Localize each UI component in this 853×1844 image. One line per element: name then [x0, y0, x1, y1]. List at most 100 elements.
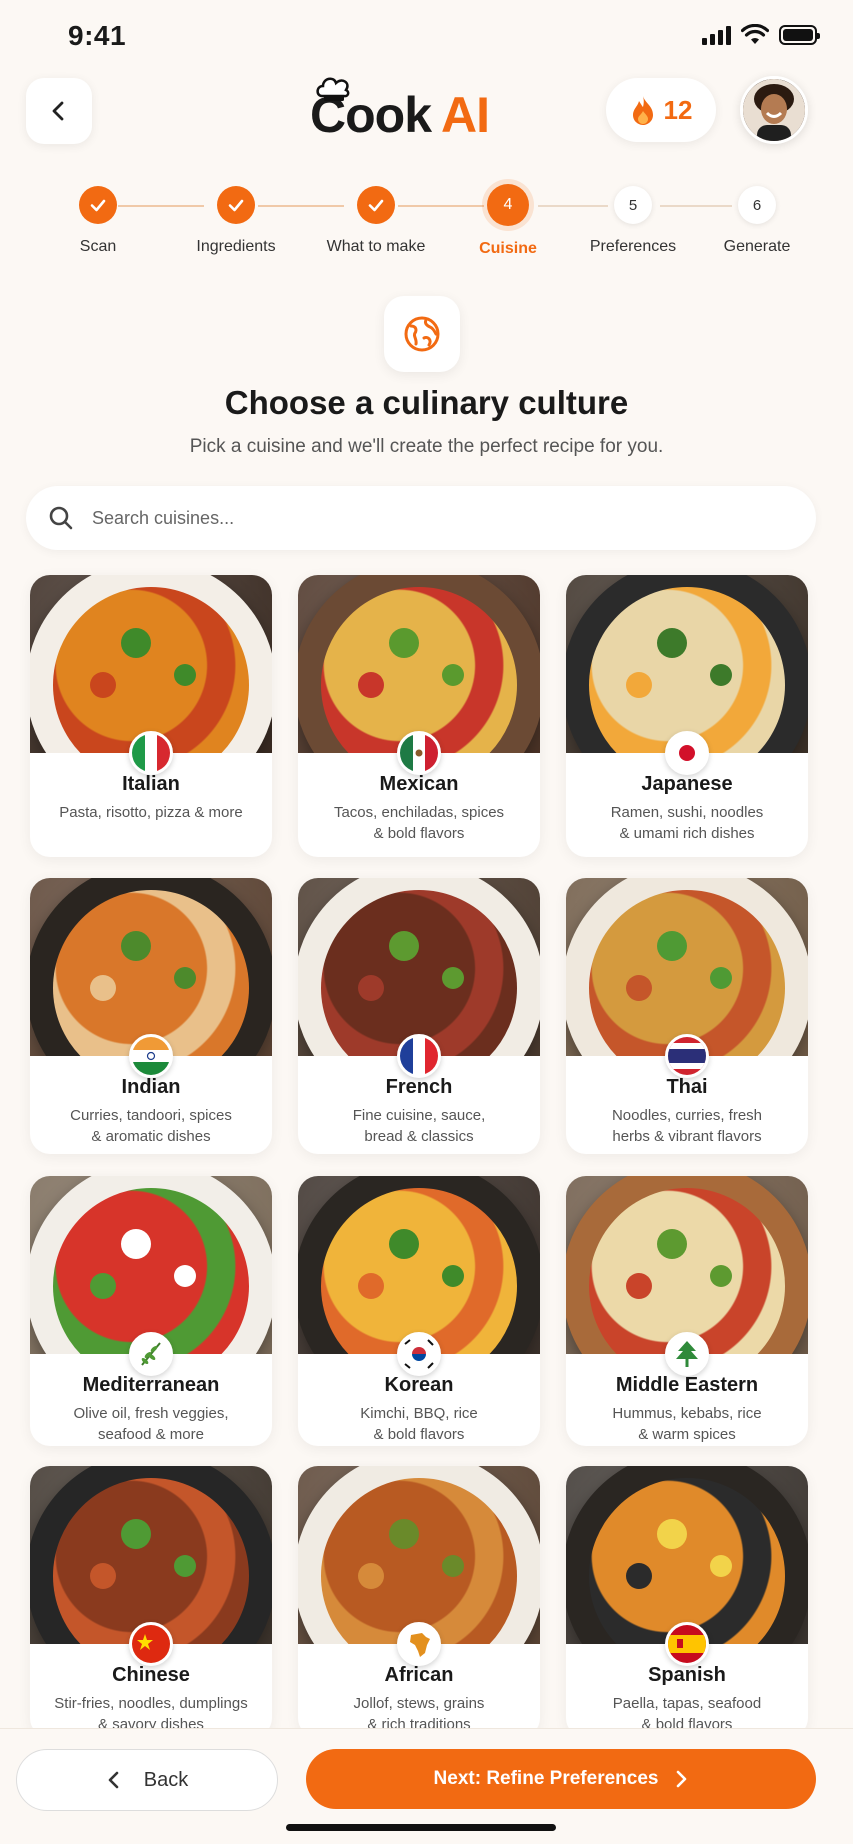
step-cuisine[interactable]: 4 Cuisine [438, 184, 578, 258]
cuisine-description-line: & bold flavors [373, 1426, 465, 1443]
logo-accent-text: AI [441, 87, 490, 143]
india-flag-icon [129, 1034, 173, 1078]
cuisine-name: Korean [384, 1374, 454, 1396]
japan-flag-icon [665, 731, 709, 775]
app-header: Cook AI 12 [0, 70, 853, 180]
olive-branch-icon [129, 1332, 173, 1376]
cuisine-name: French [385, 1076, 453, 1098]
cuisine-description: Ramen, sushi, noodles & umami rich dishes [566, 802, 808, 844]
header-back-button[interactable] [26, 78, 92, 144]
thailand-flag-icon [665, 1034, 709, 1078]
cuisine-description-line: & warm spices [638, 1426, 736, 1443]
cuisine-description-line: Olive oil, fresh veggies, [73, 1405, 229, 1422]
cuisine-card-french[interactable]: French Fine cuisine, sauce, bread & classi… [298, 878, 540, 1154]
cuisine-description-line: Noodles, curries, fresh [611, 1107, 763, 1124]
cuisine-description-line: Jollof, stews, grains [353, 1695, 485, 1712]
step-ingredients[interactable]: Ingredients [166, 186, 306, 256]
cuisine-card-indian[interactable]: Indian Curries, tandoori, spices & aromati… [30, 878, 272, 1154]
back-button[interactable]: Back [16, 1749, 278, 1811]
cuisine-description-line: Tacos, enchiladas, spices [333, 804, 505, 821]
step-number: 5 [614, 186, 652, 224]
app-logo: Cook AI [310, 70, 550, 160]
cuisine-card-african[interactable]: African Jollof, stews, grains & rich tradi… [298, 1466, 540, 1738]
dish-image [298, 1176, 540, 1354]
cuisine-card-japanese[interactable]: Japanese Ramen, sushi, noodles & umami ric… [566, 575, 808, 857]
streak-badge[interactable]: 12 [606, 78, 716, 142]
mexico-flag-icon [397, 731, 441, 775]
cuisine-name: Mediterranean [82, 1374, 220, 1396]
cuisine-description-line: seafood & more [98, 1426, 204, 1443]
step-generate[interactable]: 6 Generate [687, 186, 827, 256]
cuisine-name: Indian [121, 1076, 181, 1098]
cuisine-description-line: Curries, tandoori, spices [70, 1107, 232, 1124]
cuisine-card-spanish[interactable]: Spanish Paella, tapas, seafood & bold flav… [566, 1466, 808, 1738]
cuisine-description: Tacos, enchiladas, spices & bold flavors [298, 802, 540, 844]
cuisine-name: Spanish [648, 1664, 726, 1686]
dish-image [298, 878, 540, 1056]
cuisine-description-line: & aromatic dishes [91, 1128, 211, 1145]
step-label: Cuisine [479, 240, 537, 257]
cuisine-description: Olive oil, fresh veggies, seafood & more [30, 1403, 272, 1445]
cuisine-description: Noodles, curries, fresh herbs & vibrant f… [566, 1105, 808, 1147]
cuisine-description-line: Kimchi, BBQ, rice [360, 1405, 478, 1422]
cuisine-name: Mexican [379, 773, 459, 795]
status-icons [702, 24, 820, 46]
check-icon [357, 186, 395, 224]
cuisine-card-middle-eastern[interactable]: Middle Eastern Hummus, kebabs, rice & warm… [566, 1176, 808, 1446]
cuisine-card-korean[interactable]: Korean Kimchi, BBQ, rice & bold flavors [298, 1176, 540, 1446]
step-label: What to make [326, 238, 426, 255]
check-icon [79, 186, 117, 224]
cuisine-description-line: Paella, tapas, seafood [612, 1695, 762, 1712]
cuisine-description-line: Stir-fries, noodles, dumplings [54, 1695, 248, 1712]
dish-image [566, 878, 808, 1056]
user-avatar[interactable] [740, 76, 808, 144]
cuisine-card-thai[interactable]: Thai Noodles, curries, fresh herbs & vibra… [566, 878, 808, 1154]
cuisine-description-line: Fine cuisine, sauce, [352, 1107, 486, 1124]
next-button[interactable]: Next: Refine Preferences [306, 1749, 816, 1809]
step-what-to-make[interactable]: What to make [306, 186, 446, 256]
cuisine-description-line: Pasta, risotto, pizza & more [59, 804, 243, 821]
cuisine-description-line: & bold flavors [373, 825, 465, 842]
step-preferences[interactable]: 5 Preferences [563, 186, 703, 256]
avatar-image [743, 79, 805, 141]
search-input[interactable] [92, 507, 772, 529]
page-subtitle: Pick a cuisine and we'll create the perf… [189, 436, 664, 457]
step-number: 4 [487, 184, 529, 226]
cuisine-description-line: bread & classics [364, 1128, 474, 1145]
home-indicator [286, 1824, 556, 1831]
cuisine-card-mediterranean[interactable]: Mediterranean Olive oil, fresh veggies, se… [30, 1176, 272, 1446]
chevron-right-icon [677, 1770, 687, 1788]
back-button-label: Back [143, 1768, 189, 1791]
cuisine-card-italian[interactable]: Italian Pasta, risotto, pizza & more [30, 575, 272, 857]
step-label: Generate [723, 238, 791, 255]
dish-image [566, 575, 808, 753]
page-title: Choose a culinary culture [224, 384, 629, 421]
dish-image [30, 1176, 272, 1354]
cuisine-name: African [384, 1664, 454, 1686]
spain-flag-icon [665, 1622, 709, 1666]
korea-flag-icon [397, 1332, 441, 1376]
cuisine-description: Hummus, kebabs, rice & warm spices [566, 1403, 808, 1445]
globe-badge [384, 296, 460, 372]
cuisine-card-chinese[interactable]: Chinese Stir-fries, noodles, dumplings & s… [30, 1466, 272, 1738]
cellular-signal-icon [702, 25, 731, 45]
china-flag-icon [129, 1622, 173, 1666]
cuisine-description: Curries, tandoori, spices & aromatic dish… [30, 1105, 272, 1147]
cuisine-name: Chinese [112, 1664, 190, 1686]
cuisine-name: Middle Eastern [615, 1374, 759, 1396]
dish-image [298, 575, 540, 753]
step-label: Scan [79, 238, 117, 255]
cuisine-description: Fine cuisine, sauce, bread & classics [298, 1105, 540, 1147]
cuisine-description-line: Ramen, sushi, noodles [610, 804, 764, 821]
dish-image [30, 878, 272, 1056]
dish-image [298, 1466, 540, 1644]
cuisine-name: Japanese [641, 773, 733, 795]
search-icon [49, 506, 73, 530]
france-flag-icon [397, 1034, 441, 1078]
step-scan[interactable]: Scan [28, 186, 168, 256]
cuisine-card-mexican[interactable]: Mexican Tacos, enchiladas, spices & bold f… [298, 575, 540, 857]
battery-icon [779, 25, 820, 45]
dish-image [30, 575, 272, 753]
cuisine-name: Italian [122, 773, 180, 795]
search-bar[interactable] [26, 486, 816, 550]
